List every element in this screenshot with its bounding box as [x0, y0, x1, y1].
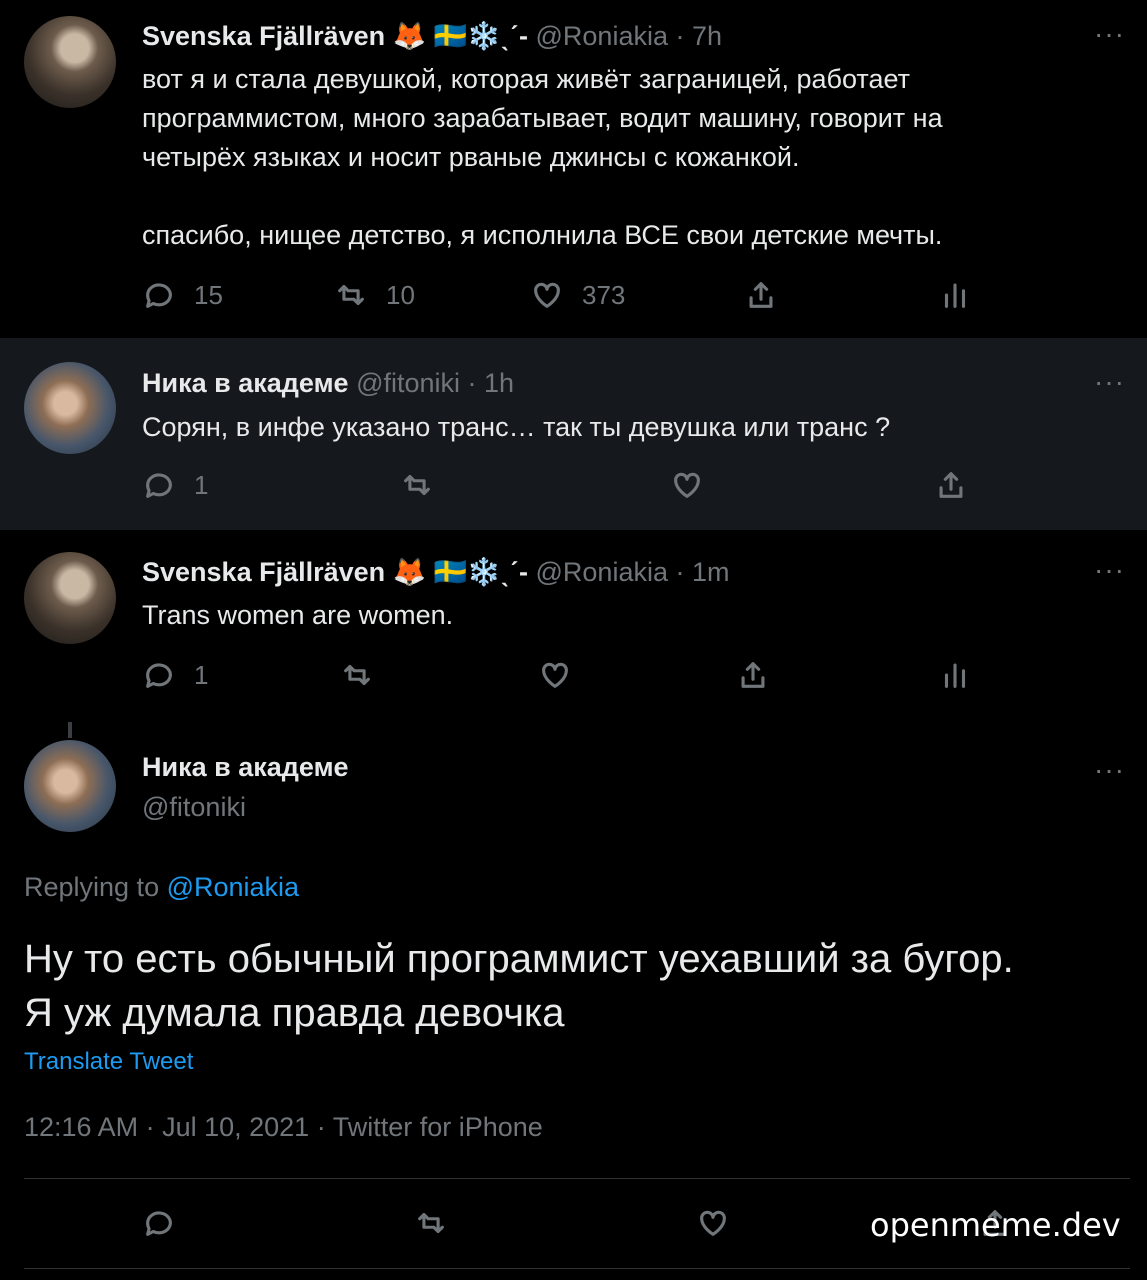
retweet-button[interactable] [414, 1206, 448, 1240]
retweet-button[interactable] [400, 468, 434, 502]
share-button[interactable] [744, 278, 778, 312]
retweet-icon [338, 284, 364, 306]
share-icon [749, 282, 773, 308]
avatar[interactable] [24, 740, 116, 832]
retweet-button[interactable] [340, 658, 374, 692]
analytics-icon [944, 663, 966, 688]
reply-button[interactable] [142, 1206, 176, 1240]
text-line: спасибо, нищее детство, я исполнила ВСЕ … [142, 220, 943, 250]
analytics-icon [944, 283, 966, 308]
retweet-count: 10 [386, 279, 415, 310]
translate-tweet-link[interactable]: Translate Tweet [24, 1048, 193, 1076]
watermark: openmeme.dev [870, 1206, 1121, 1244]
reply-button[interactable]: 15 [142, 278, 223, 312]
display-name[interactable]: Ника в академе [142, 368, 349, 398]
share-icon [939, 472, 963, 498]
display-name[interactable]: Svenska Fjällräven 🦊 🇸🇪❄️ˎˊ- [142, 21, 528, 51]
divider [24, 1178, 1130, 1179]
action-bar: 15 10 373 [142, 278, 1002, 318]
more-icon[interactable]: ··· [1094, 366, 1125, 398]
retweet-button[interactable]: 10 [334, 278, 415, 312]
tweet-header: Svenska Fjällräven 🦊 🇸🇪❄️ˎˊ- @Roniakia ·… [142, 20, 722, 52]
share-icon [741, 662, 765, 688]
tweet-original[interactable]: Svenska Fjällräven 🦊 🇸🇪❄️ˎˊ- @Roniakia ·… [0, 0, 1147, 338]
action-bar: 1 [142, 468, 1002, 508]
avatar[interactable] [24, 552, 116, 644]
retweet-icon [418, 1212, 444, 1234]
like-button[interactable] [696, 1206, 730, 1240]
retweet-icon [344, 664, 370, 686]
handle-time: @fitoniki · 1h [356, 368, 515, 398]
text-line: четырёх языках и носит рваные джинсы с к… [142, 142, 800, 172]
tweet-timestamp[interactable]: 12:16 AM · Jul 10, 2021 · Twitter for iP… [24, 1112, 543, 1143]
tweet-text: вот я и стала девушкой, которая живёт за… [142, 60, 1102, 255]
like-button[interactable] [538, 658, 572, 692]
display-name[interactable]: Ника в академе [142, 752, 349, 783]
tweet-reply[interactable]: Ника в академе @fitoniki · 1h ··· Сорян,… [0, 338, 1147, 530]
analytics-button[interactable] [938, 278, 972, 312]
reply-icon [146, 1211, 172, 1236]
heart-icon [534, 282, 560, 308]
replying-handle-link[interactable]: @Roniakia [167, 872, 299, 902]
like-button[interactable] [670, 468, 704, 502]
more-icon[interactable]: ··· [1094, 554, 1125, 586]
avatar[interactable] [24, 362, 116, 454]
reply-count: 15 [194, 279, 223, 310]
handle[interactable]: @fitoniki [142, 792, 246, 823]
more-icon[interactable]: ··· [1094, 754, 1125, 786]
text-line: Ну то есть обычный программист уехавший … [24, 937, 1014, 981]
like-count: 373 [582, 279, 626, 310]
reply-button[interactable]: 1 [142, 468, 208, 502]
tweet-header: Svenska Fjällräven 🦊 🇸🇪❄️ˎˊ- @Roniakia ·… [142, 556, 729, 588]
tweet-text: Trans women are women. [142, 600, 454, 630]
text-line: программистом, много зарабатывает, водит… [142, 103, 943, 133]
replying-to: Replying to @Roniakia [24, 872, 299, 903]
reply-icon [146, 283, 172, 308]
reply-icon [146, 663, 172, 688]
analytics-button[interactable] [938, 658, 972, 692]
tweet-header: Ника в академе @fitoniki · 1h [142, 368, 514, 399]
tweet-reply[interactable]: Svenska Fjällräven 🦊 🇸🇪❄️ˎˊ- @Roniakia ·… [0, 530, 1147, 722]
share-button[interactable] [736, 658, 770, 692]
text-line: вот я и стала девушкой, которая живёт за… [142, 64, 910, 94]
handle-time: @Roniakia · 7h [535, 21, 723, 51]
replying-label: Replying to [24, 872, 167, 902]
retweet-icon [404, 474, 430, 496]
display-name[interactable]: Svenska Fjällräven 🦊 🇸🇪❄️ˎˊ- [142, 557, 528, 587]
like-button[interactable]: 373 [530, 278, 625, 312]
tweet-text: Сорян, в инфе указано транс… так ты деву… [142, 412, 891, 442]
main-tweet-text: Ну то есть обычный программист уехавший … [24, 932, 1134, 1040]
avatar[interactable] [24, 16, 116, 108]
reply-icon [146, 473, 172, 498]
text-line: Я уж думала правда девочка [24, 991, 565, 1035]
heart-icon [700, 1210, 726, 1236]
heart-icon [542, 662, 568, 688]
reply-button[interactable]: 1 [142, 658, 208, 692]
share-button[interactable] [934, 468, 968, 502]
heart-icon [674, 472, 700, 498]
more-icon[interactable]: ··· [1094, 18, 1125, 50]
reply-count: 1 [194, 659, 209, 690]
action-bar: 1 [142, 658, 1002, 698]
reply-count: 1 [194, 469, 209, 500]
divider [24, 1268, 1130, 1269]
handle-time: @Roniakia · 1m [535, 557, 730, 587]
